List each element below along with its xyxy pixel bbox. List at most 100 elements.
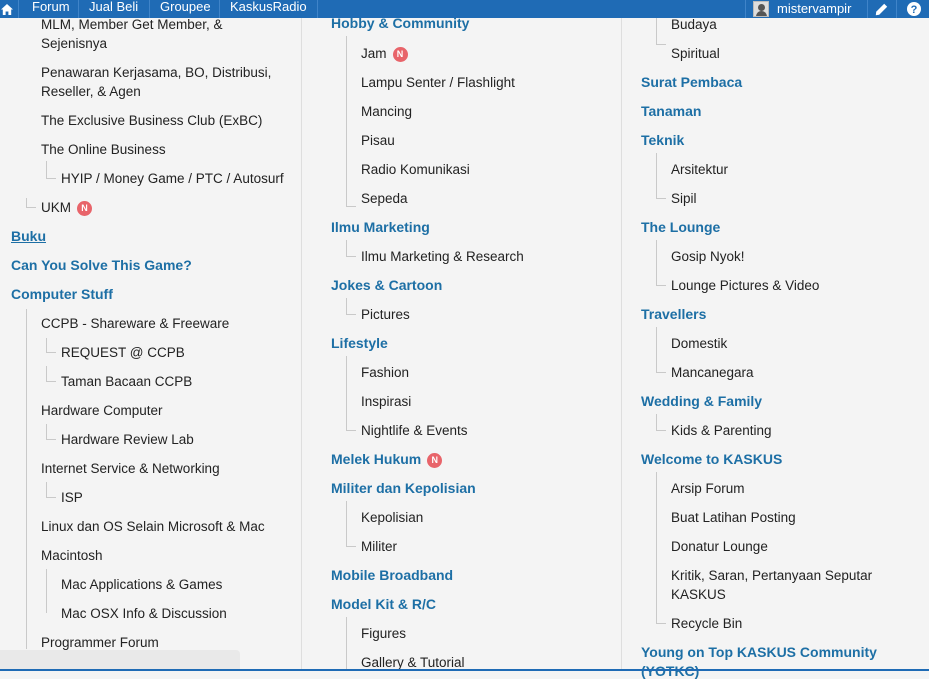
subforum-penawaran-kerjasama[interactable]: Penawaran Kerjasama, BO, Distribusi, <box>41 63 271 82</box>
category-mobile-broadband[interactable]: Mobile Broadband <box>331 567 453 583</box>
subforum-mac-osx[interactable]: Mac OSX Info & Discussion <box>61 604 227 623</box>
tree-connector <box>46 366 56 382</box>
subforum-lampu-senter[interactable]: Lampu Senter / Flashlight <box>361 73 515 92</box>
tree-connector <box>656 18 666 45</box>
category-young-on-top-line2[interactable]: (YOTKC) <box>641 663 699 679</box>
home-icon[interactable] <box>0 0 14 18</box>
subforum-sepeda[interactable]: Sepeda <box>361 189 408 208</box>
subforum-arsitektur[interactable]: Arsitektur <box>671 160 728 179</box>
nav-kaskus-radio[interactable]: KaskusRadio <box>230 0 307 14</box>
category-jokes-cartoon[interactable]: Jokes & Cartoon <box>331 277 442 293</box>
subforum-nightlife[interactable]: Nightlife & Events <box>361 421 468 440</box>
subforum-kritik-saran-line2[interactable]: KASKUS <box>671 585 726 604</box>
subforum-buat-latihan-posting[interactable]: Buat Latihan Posting <box>671 508 796 527</box>
category-ilmu-marketing[interactable]: Ilmu Marketing <box>331 219 430 235</box>
tree-connector <box>346 617 347 671</box>
subforum-hardware-computer[interactable]: Hardware Computer <box>41 401 163 420</box>
category-melek-hukum[interactable]: Melek Hukum N <box>331 451 443 468</box>
subforum-fashion[interactable]: Fashion <box>361 363 409 382</box>
category-lifestyle[interactable]: Lifestyle <box>331 335 388 351</box>
subforum-mancanegara[interactable]: Mancanegara <box>671 363 754 382</box>
nav-separator <box>317 0 318 18</box>
nav-forum[interactable]: Forum <box>32 0 70 14</box>
tree-connector <box>656 153 666 199</box>
category-welcome-kaskus[interactable]: Welcome to KASKUS <box>641 451 782 467</box>
subforum-domestik[interactable]: Domestik <box>671 334 727 353</box>
subforum-arsip-forum[interactable]: Arsip Forum <box>671 479 745 498</box>
tree-connector <box>656 472 666 624</box>
subforum-jam-label: Jam <box>361 46 387 61</box>
new-badge: N <box>392 46 408 62</box>
subforum-kids-parenting[interactable]: Kids & Parenting <box>671 421 772 440</box>
subforum-inspirasi[interactable]: Inspirasi <box>361 392 411 411</box>
tree-connector <box>346 356 356 431</box>
subforum-ukm[interactable]: UKM N <box>41 198 92 217</box>
subforum-ukm-label: UKM <box>41 200 71 215</box>
subforum-lounge-pictures[interactable]: Lounge Pictures & Video <box>671 276 819 295</box>
tree-connector <box>26 198 36 208</box>
subforum-internet-service[interactable]: Internet Service & Networking <box>41 459 220 478</box>
category-travellers[interactable]: Travellers <box>641 306 706 322</box>
category-the-lounge[interactable]: The Lounge <box>641 219 720 235</box>
subforum-spiritual[interactable]: Spiritual <box>671 44 720 63</box>
subforum-donatur-lounge[interactable]: Donatur Lounge <box>671 537 768 556</box>
user-menu[interactable]: mistervampir <box>753 0 851 18</box>
horizontal-scrollbar[interactable] <box>0 650 240 671</box>
subforum-penawaran-kerjasama-line2[interactable]: Reseller, & Agen <box>41 82 141 101</box>
nav-jual-beli[interactable]: Jual Beli <box>89 0 138 14</box>
subforum-mac-apps[interactable]: Mac Applications & Games <box>61 575 222 594</box>
category-wedding-family[interactable]: Wedding & Family <box>641 393 762 409</box>
category-buku[interactable]: Buku <box>11 228 46 244</box>
category-surat-pembaca[interactable]: Surat Pembaca <box>641 74 742 90</box>
nav-separator <box>219 0 220 18</box>
tree-connector <box>656 414 666 431</box>
tree-connector <box>656 327 666 373</box>
pencil-icon[interactable] <box>868 0 894 18</box>
help-icon[interactable]: ? <box>901 0 927 18</box>
nav-separator <box>78 0 79 18</box>
subforum-recycle-bin[interactable]: Recycle Bin <box>671 614 742 633</box>
category-computer-stuff[interactable]: Computer Stuff <box>11 286 113 302</box>
avatar <box>753 1 769 17</box>
subforum-ilmu-marketing-research[interactable]: Ilmu Marketing & Research <box>361 247 524 266</box>
subforum-exbc[interactable]: The Exclusive Business Club (ExBC) <box>41 111 262 130</box>
subforum-request-ccpb[interactable]: REQUEST @ CCPB <box>61 343 185 362</box>
subforum-sipil[interactable]: Sipil <box>671 189 697 208</box>
subforum-online-business[interactable]: The Online Business <box>41 140 166 159</box>
subforum-figures[interactable]: Figures <box>361 624 406 643</box>
nav-separator <box>18 0 19 18</box>
subforum-linux[interactable]: Linux dan OS Selain Microsoft & Mac <box>41 517 265 536</box>
category-militer-kepolisian[interactable]: Militer dan Kepolisian <box>331 480 476 496</box>
subforum-isp[interactable]: ISP <box>61 488 83 507</box>
nav-groupee[interactable]: Groupee <box>160 0 211 14</box>
subforum-mancing[interactable]: Mancing <box>361 102 412 121</box>
subforum-gosip-nyok[interactable]: Gosip Nyok! <box>671 247 745 266</box>
subforum-ccpb[interactable]: CCPB - Shareware & Freeware <box>41 314 229 333</box>
subforum-hyip[interactable]: HYIP / Money Game / PTC / Autosurf <box>61 169 284 188</box>
nav-separator <box>745 0 746 18</box>
column-divider <box>621 18 622 671</box>
subforum-militer[interactable]: Militer <box>361 537 397 556</box>
tree-connector <box>46 338 56 353</box>
tree-connector <box>46 161 56 179</box>
subforum-taman-bacaan[interactable]: Taman Bacaan CCPB <box>61 372 192 391</box>
subforum-macintosh[interactable]: Macintosh <box>41 546 103 565</box>
category-young-on-top[interactable]: Young on Top KASKUS Community <box>641 644 877 660</box>
subforum-hardware-review-lab[interactable]: Hardware Review Lab <box>61 430 194 449</box>
subforum-jam[interactable]: Jam N <box>361 44 408 63</box>
subforum-pictures[interactable]: Pictures <box>361 305 410 324</box>
tree-connector <box>46 482 56 498</box>
subforum-radio-komunikasi[interactable]: Radio Komunikasi <box>361 160 470 179</box>
subforum-kepolisian[interactable]: Kepolisian <box>361 508 423 527</box>
category-model-kit[interactable]: Model Kit & R/C <box>331 596 436 612</box>
subforum-kritik-saran[interactable]: Kritik, Saran, Pertanyaan Seputar <box>671 566 872 585</box>
column-divider <box>301 18 302 671</box>
category-melek-hukum-label: Melek Hukum <box>331 451 422 467</box>
category-tanaman[interactable]: Tanaman <box>641 103 701 119</box>
subforum-pisau[interactable]: Pisau <box>361 131 395 150</box>
category-can-you-solve[interactable]: Can You Solve This Game? <box>11 257 192 273</box>
category-teknik[interactable]: Teknik <box>641 132 684 148</box>
tree-connector <box>46 569 56 613</box>
nav-separator <box>149 0 150 18</box>
subforum-mlm-line2[interactable]: Sejenisnya <box>41 34 107 53</box>
